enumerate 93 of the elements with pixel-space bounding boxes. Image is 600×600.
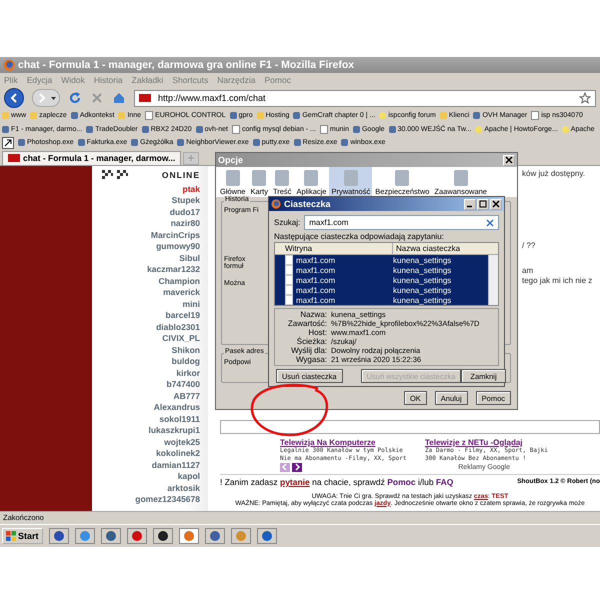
back-button[interactable]	[4, 88, 24, 108]
chat-message: ków już dostępny.	[522, 168, 586, 178]
username[interactable]: Stupek	[172, 195, 200, 206]
close-button[interactable]	[503, 154, 515, 166]
site-name: maxf1.com	[296, 266, 336, 274]
online-heading: ONLINE	[162, 170, 200, 180]
username[interactable]: gomez12345678	[135, 494, 200, 506]
cookie-name: kunena_settings	[393, 266, 452, 274]
column-header[interactable]: Nazwa ciasteczka	[393, 243, 460, 254]
shoutbox-notice: ! Zanim zadasz pytanie na chacie, sprawdź Pomoc i/lub FAQ	[220, 476, 454, 486]
browser-tab[interactable]: chat - Formula 1 - manager, darmow...	[2, 150, 182, 164]
username[interactable]: AB777	[174, 390, 200, 402]
username[interactable]: Shikon	[172, 344, 200, 356]
start-button[interactable]: Start	[2, 528, 43, 544]
search-field[interactable]: maxf1.com	[304, 215, 499, 230]
maximize-button[interactable]	[477, 198, 489, 210]
detail-label: Wygasa:	[294, 355, 327, 364]
cookie-name: kunena_settings	[393, 296, 452, 304]
detail-label: Host:	[308, 328, 327, 337]
username[interactable]: damian1127	[152, 460, 200, 471]
chat-message: / ??	[522, 240, 536, 250]
star-icon[interactable]	[579, 92, 591, 104]
username[interactable]: Alexandrus	[154, 402, 200, 414]
reload-icon[interactable]	[68, 91, 82, 105]
ring-icon[interactable]	[126, 528, 147, 544]
window-title: chat - Formula 1 - manager, darmowa gra online F1 - Mozilla Firefox	[18, 59, 354, 71]
username[interactable]: lukaszkrupi1	[148, 425, 200, 436]
site-name: maxf1.com	[296, 296, 336, 304]
windows-logo-icon	[6, 530, 16, 540]
username[interactable]: kokolinek2	[156, 448, 200, 460]
cookie-row[interactable]: maxf1.com kunena_settings	[275, 295, 488, 305]
cookie-row[interactable]: maxf1.com kunena_settings	[275, 275, 488, 285]
username[interactable]: gumowy90	[156, 241, 200, 252]
cookie-name: kunena_settings	[393, 256, 452, 264]
username[interactable]: mini	[182, 298, 200, 310]
username[interactable]: nazir80	[170, 218, 200, 230]
plus-icon	[187, 154, 196, 162]
ad-link[interactable]: Telewizje z NETu -Oglądaj	[425, 438, 560, 446]
detail-label: Nazwa:	[299, 310, 327, 319]
username[interactable]: Sibul	[179, 252, 200, 264]
username[interactable]: kaczmar1232	[147, 264, 200, 276]
site-icon	[139, 94, 151, 102]
close-icon	[492, 200, 500, 208]
site-name: maxf1.com	[296, 256, 336, 264]
maximize-icon	[479, 200, 487, 208]
notice-link[interactable]: FAQ	[436, 476, 454, 486]
detail-label: Zawartość:	[286, 319, 327, 328]
ad-link[interactable]: Telewizja Na Komputerze	[280, 438, 415, 446]
notice-link[interactable]: Pomoc	[387, 476, 416, 486]
search-label: Szukaj:	[274, 218, 300, 227]
cookie-row[interactable]: maxf1.com kunena_settings	[275, 285, 488, 295]
username[interactable]: ptak	[182, 184, 200, 195]
cookie-name: kunena_settings	[393, 276, 452, 284]
checkered-flags-icon	[100, 168, 130, 182]
username[interactable]: Champion	[158, 276, 200, 287]
address-field[interactable]: http://www.maxf1.com/chat	[134, 90, 596, 106]
username[interactable]: arktosik	[167, 482, 200, 494]
username[interactable]: buldog	[172, 356, 200, 368]
list-caption: Następujące ciasteczka odpowiadają zapytaniu:	[274, 231, 445, 242]
username[interactable]: sokol1911	[159, 414, 200, 425]
detail-label: Ścieżka:	[296, 337, 327, 346]
username[interactable]: kapol	[178, 471, 200, 482]
cookie-row[interactable]: maxf1.com kunena_settings	[275, 255, 488, 265]
message-input-field[interactable]	[220, 420, 600, 434]
cookie-name: kunena_settings	[393, 286, 452, 294]
username[interactable]: kirkor	[176, 368, 200, 379]
detail-label: Wyślij dla:	[290, 346, 327, 355]
next-button[interactable]	[292, 462, 302, 472]
minimize-button[interactable]	[464, 198, 476, 210]
shortcut-arrow-icon[interactable]	[2, 136, 14, 149]
username[interactable]: b747400	[166, 379, 200, 390]
forward-icon[interactable]	[32, 89, 60, 107]
username[interactable]: CIVIX_PL	[162, 333, 200, 344]
close-icon	[505, 156, 513, 164]
close-button[interactable]	[490, 198, 502, 210]
notice-link[interactable]: pytanie	[280, 476, 310, 486]
site-name: maxf1.com	[296, 286, 336, 294]
dialog-title: Ciasteczka	[284, 199, 331, 209]
username[interactable]: wojtek25	[164, 436, 200, 448]
clear-icon[interactable]	[486, 218, 494, 226]
site-name: maxf1.com	[296, 276, 336, 284]
chat-message: am	[522, 266, 534, 276]
cookie-row[interactable]: maxf1.com kunena_settings	[275, 265, 488, 275]
home-icon[interactable]	[112, 91, 126, 105]
chat-message: tego jak mi ich nie z	[522, 276, 594, 286]
scrollbar[interactable]	[488, 255, 498, 305]
username[interactable]: barcel19	[166, 310, 200, 322]
username[interactable]: maverick	[163, 287, 200, 298]
column-header[interactable]: Witryna	[275, 243, 393, 254]
username[interactable]: dudo17	[170, 206, 200, 218]
username[interactable]: MarcinCrips	[150, 230, 200, 241]
dialog-title: Opcje	[218, 155, 244, 165]
username[interactable]: diablo2301	[156, 322, 200, 333]
